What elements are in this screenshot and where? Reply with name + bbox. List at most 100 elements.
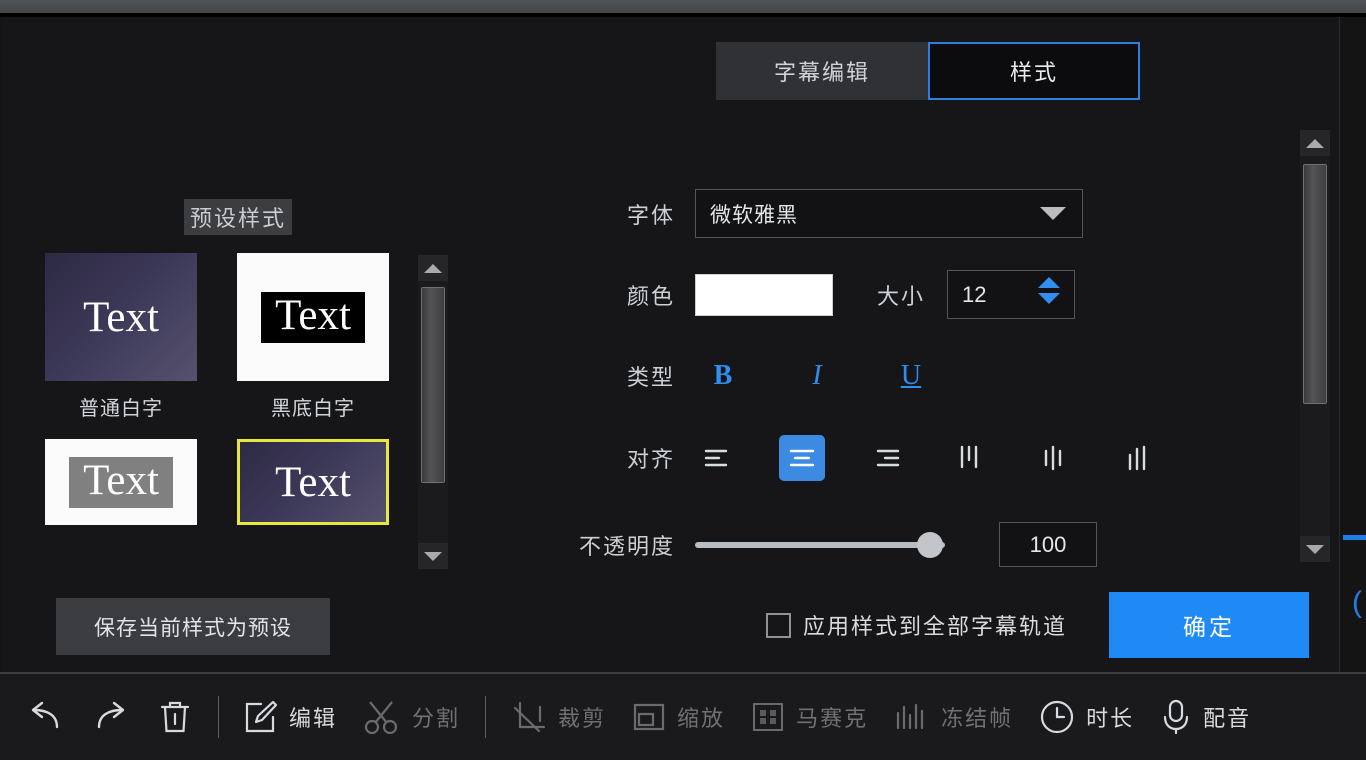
clock-icon — [1039, 699, 1075, 735]
microphone-icon — [1160, 698, 1192, 736]
align-left-icon — [702, 444, 734, 472]
app-root: 字幕编辑 样式 预设样式 Text 普通白字 Text — [0, 0, 1366, 760]
mosaic-icon — [751, 701, 785, 733]
scale-icon — [632, 701, 666, 733]
toolbar-item-mosaic[interactable]: 马赛克 — [738, 674, 881, 760]
preset-thumbnail[interactable]: Text — [45, 439, 197, 525]
italic-button[interactable]: I — [789, 355, 845, 397]
toolbar-item-crop[interactable]: 裁剪 — [498, 674, 619, 760]
size-value: 12 — [962, 282, 986, 308]
color-label: 颜色 — [563, 279, 675, 311]
window-titlebar — [0, 0, 1366, 13]
toolbar-label-split: 分割 — [412, 701, 460, 733]
preset-sample-text: Text — [69, 457, 173, 508]
align-label: 对齐 — [563, 442, 675, 474]
toolbar-label-crop: 裁剪 — [558, 701, 606, 733]
scroll-down-icon[interactable] — [1300, 536, 1330, 562]
tab-subtitle-edit[interactable]: 字幕编辑 — [716, 42, 928, 100]
color-swatch[interactable] — [695, 274, 833, 316]
toolbar-item-scale[interactable]: 缩放 — [619, 674, 738, 760]
undo-button[interactable] — [12, 674, 78, 760]
font-value: 微软雅黑 — [710, 199, 798, 229]
align-center-button[interactable] — [779, 435, 825, 481]
toolbar-label-scale: 缩放 — [677, 701, 725, 733]
apply-to-all-checkbox[interactable] — [766, 613, 791, 638]
preset-item-0[interactable]: Text 普通白字 — [45, 253, 197, 421]
toolbar-label-mosaic: 马赛克 — [796, 701, 868, 733]
underline-button[interactable]: U — [883, 355, 939, 397]
toolbar-item-split[interactable]: 分割 — [350, 674, 473, 760]
toolbar-item-edit[interactable]: 编辑 — [231, 674, 350, 760]
font-select[interactable]: 微软雅黑 — [695, 189, 1083, 238]
preset-item-2[interactable]: Text — [45, 439, 197, 525]
preset-caption: 黑底白字 — [237, 392, 389, 421]
bottom-toolbar: 编辑 分割 裁剪 — [0, 674, 1366, 760]
align-top-vertical-icon — [954, 443, 986, 473]
size-stepper[interactable]: 12 — [947, 270, 1075, 319]
dialog-tabs: 字幕编辑 样式 — [716, 42, 1140, 100]
toolbar-item-dubbing[interactable]: 配音 — [1147, 674, 1264, 760]
align-top-vertical-button[interactable] — [947, 435, 993, 481]
preset-item-3[interactable]: Text — [237, 439, 389, 525]
preset-styles-grid: Text 普通白字 Text 黑底白字 Text — [45, 253, 413, 569]
confirm-button[interactable]: 确定 — [1109, 592, 1309, 658]
subtitle-style-dialog: 字幕编辑 样式 预设样式 Text 普通白字 Text — [3, 17, 1340, 672]
delete-button[interactable] — [144, 674, 206, 760]
edge-glyph: ( — [1352, 586, 1362, 620]
type-label: 类型 — [563, 360, 675, 392]
align-bottom-vertical-icon — [1122, 443, 1154, 473]
redo-button[interactable] — [78, 674, 144, 760]
align-right-button[interactable] — [863, 435, 909, 481]
toolbar-divider — [218, 696, 219, 738]
opacity-input[interactable]: 100 — [999, 522, 1097, 567]
apply-to-all-label: 应用样式到全部字幕轨道 — [803, 609, 1067, 641]
slider-track[interactable] — [695, 542, 945, 548]
panel-scrollbar[interactable] — [1300, 130, 1330, 562]
color-row: 颜色 大小 12 — [563, 270, 1075, 319]
stepper-down-icon[interactable] — [1038, 293, 1060, 304]
apply-to-all-tracks-row[interactable]: 应用样式到全部字幕轨道 — [766, 609, 1067, 641]
toolbar-item-duration[interactable]: 时长 — [1026, 674, 1147, 760]
preset-caption: 普通白字 — [45, 392, 197, 421]
preset-sample-text: Text — [275, 461, 351, 504]
opacity-value: 100 — [1030, 532, 1067, 558]
align-row: 对齐 — [563, 435, 1199, 481]
redo-icon — [91, 700, 131, 734]
preset-row: Text Text — [45, 439, 413, 525]
preset-thumbnail[interactable]: Text — [45, 253, 197, 381]
bold-button[interactable]: B — [695, 355, 751, 397]
preset-row: Text 普通白字 Text 黑底白字 — [45, 253, 413, 421]
preset-thumbnail-selected[interactable]: Text — [237, 439, 389, 525]
toolbar-divider — [485, 696, 486, 738]
tab-style[interactable]: 样式 — [928, 42, 1140, 100]
preset-scrollbar[interactable] — [418, 255, 448, 569]
scrollbar-thumb[interactable] — [1303, 164, 1327, 404]
scrollbar-thumb[interactable] — [421, 287, 445, 483]
toolbar-label-duration: 时长 — [1086, 701, 1134, 733]
preset-item-1[interactable]: Text 黑底白字 — [237, 253, 389, 421]
toolbar-item-freeze-frame[interactable]: 冻结帧 — [881, 674, 1026, 760]
toolbar-label-edit: 编辑 — [289, 701, 337, 733]
opacity-slider[interactable] — [695, 533, 945, 557]
align-bottom-vertical-button[interactable] — [1115, 435, 1161, 481]
opacity-label: 不透明度 — [563, 529, 675, 561]
timeline-accent-line — [1343, 535, 1366, 540]
stepper-up-icon[interactable] — [1038, 277, 1060, 288]
scroll-down-icon[interactable] — [418, 543, 448, 569]
scroll-up-icon[interactable] — [1300, 130, 1330, 156]
type-row: 类型 B I U — [563, 355, 977, 397]
opacity-row: 不透明度 100 — [563, 522, 1097, 567]
stepper-arrows[interactable] — [1038, 277, 1060, 304]
undo-icon — [25, 700, 65, 734]
align-left-button[interactable] — [695, 435, 741, 481]
crop-icon — [511, 700, 547, 734]
chevron-down-icon — [1040, 207, 1066, 220]
align-middle-vertical-button[interactable] — [1031, 435, 1077, 481]
align-middle-vertical-icon — [1038, 443, 1070, 473]
save-current-style-button[interactable]: 保存当前样式为预设 — [56, 598, 330, 655]
align-right-icon — [870, 444, 902, 472]
scroll-up-icon[interactable] — [418, 255, 448, 281]
edit-icon — [244, 700, 278, 734]
slider-knob[interactable] — [917, 532, 943, 558]
preset-thumbnail[interactable]: Text — [237, 253, 389, 381]
